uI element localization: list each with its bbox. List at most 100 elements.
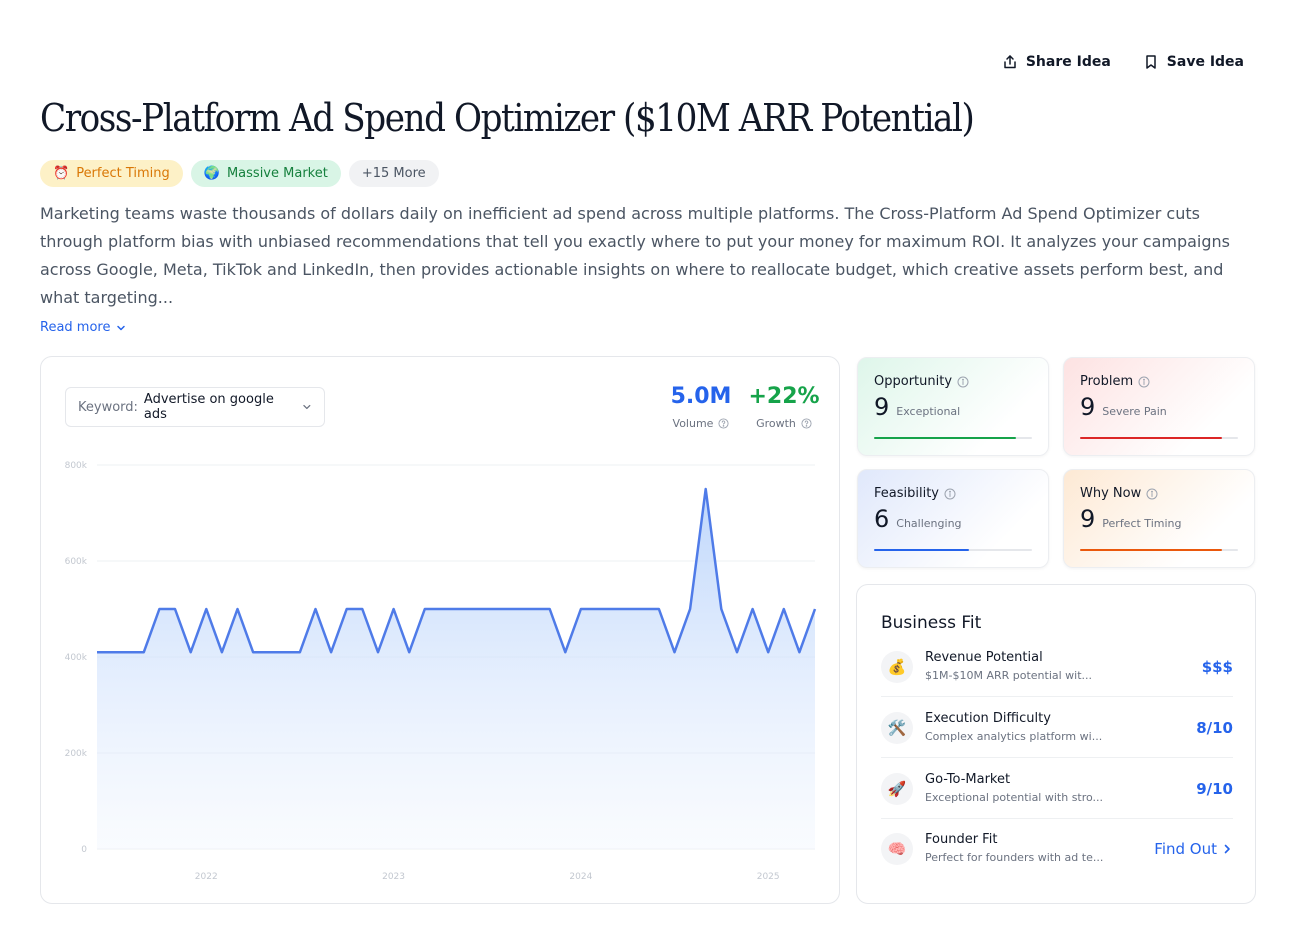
business-fit-row-gtm[interactable]: 🚀 Go-To-Market Exceptional potential wit… (881, 759, 1233, 819)
business-fit-label: Execution Difficulty (925, 710, 1051, 726)
business-fit-description: Complex analytics platform wi... (925, 729, 1103, 743)
feasibility-score: 6 (874, 505, 890, 533)
share-idea-button[interactable]: Share Idea (1002, 54, 1111, 70)
data-point (736, 651, 738, 653)
problem-score-card[interactable]: Problem 9 Severe Pain (1063, 357, 1255, 456)
trend-chart-card: Keyword: Advertise on google ads 5.0M Vo… (40, 356, 840, 904)
feasibility-score-card[interactable]: Feasibility 6 Challenging (857, 469, 1049, 568)
problem-title: Problem (1080, 374, 1238, 389)
search-volume-chart: 0 200k 400k 600k 800k 2022 2023 2024 2025 (65, 461, 817, 882)
business-fit-row-revenue[interactable]: 💰 Revenue Potential $1M-$10M ARR potenti… (881, 637, 1233, 697)
find-out-button[interactable]: Find Out (1154, 840, 1233, 858)
badge-label: Perfect Timing (76, 166, 170, 181)
data-point (96, 651, 98, 653)
data-point (783, 608, 785, 610)
feasibility-progress-track (874, 549, 1032, 551)
data-point (439, 608, 441, 610)
feasibility-score-row: 6 Challenging (874, 505, 1032, 533)
why-now-score-row: 9 Perfect Timing (1080, 505, 1238, 533)
business-fit-description: $1M-$10M ARR potential wit... (925, 668, 1093, 682)
read-more-link[interactable]: Read more (40, 320, 126, 335)
money-bag-icon: 💰 (881, 650, 913, 683)
problem-title-label: Problem (1080, 374, 1134, 389)
opportunity-progress-fill (874, 437, 1017, 439)
opportunity-title: Opportunity (874, 374, 1032, 389)
data-point (595, 608, 597, 610)
data-point (408, 651, 410, 653)
data-point (330, 651, 332, 653)
why-now-score-card[interactable]: Why Now 9 Perfect Timing (1063, 469, 1255, 568)
chevron-down-icon (117, 325, 126, 330)
save-idea-button[interactable]: Save Idea (1143, 54, 1244, 70)
data-point (517, 608, 519, 610)
find-out-label: Find Out (1154, 840, 1217, 858)
save-idea-label: Save Idea (1166, 54, 1244, 70)
globe-icon: 🌍 (203, 166, 220, 181)
info-icon[interactable] (1138, 376, 1150, 388)
brain-icon: 🧠 (881, 833, 913, 865)
why-now-title-label: Why Now (1080, 486, 1142, 501)
data-point (127, 651, 129, 653)
business-fit-text: Founder Fit Perfect for founders with ad… (925, 831, 1105, 867)
x-axis: 2022 2023 2024 2025 (195, 872, 780, 882)
data-point (283, 651, 285, 653)
y-tick-label: 400k (65, 653, 88, 663)
data-point (158, 608, 160, 610)
badge-massive-market[interactable]: 🌍 Massive Market (190, 160, 341, 187)
bookmark-icon (1146, 55, 1156, 69)
business-fit-value: $$$ (1201, 657, 1233, 676)
data-point (502, 608, 504, 610)
share-icon (1004, 55, 1016, 69)
data-point (268, 651, 270, 653)
data-point (674, 651, 676, 653)
business-fit-card: Business Fit 💰 Revenue Potential $1M-$10… (856, 584, 1256, 904)
y-tick-label: 200k (65, 749, 88, 759)
share-idea-label: Share Idea (1025, 54, 1111, 70)
x-tick-label: 2022 (195, 872, 218, 882)
business-fit-value: 9/10 (1196, 779, 1233, 798)
data-point (315, 608, 317, 610)
badge-perfect-timing[interactable]: ⏰ Perfect Timing (40, 160, 183, 187)
why-now-title: Why Now (1080, 486, 1238, 501)
data-point (361, 608, 363, 610)
info-icon[interactable] (944, 488, 956, 500)
data-point (393, 608, 395, 610)
data-point (221, 651, 223, 653)
business-fit-row-execution[interactable]: 🛠️ Execution Difficulty Complex analytic… (881, 698, 1233, 758)
business-fit-text: Revenue Potential $1M-$10M ARR potential… (925, 649, 1105, 685)
business-fit-label: Go-To-Market (925, 771, 1011, 787)
data-point (798, 651, 800, 653)
badge-more[interactable]: +15 More (348, 160, 439, 187)
data-point (752, 608, 754, 610)
opportunity-rating: Exceptional (896, 405, 961, 418)
business-fit-text: Execution Difficulty Complex analytics p… (925, 710, 1105, 746)
why-now-progress-track (1080, 549, 1238, 551)
info-icon[interactable] (1146, 488, 1158, 500)
data-point (564, 651, 566, 653)
data-point (346, 608, 348, 610)
data-point (377, 651, 379, 653)
x-tick-label: 2023 (382, 872, 405, 882)
problem-score: 9 (1080, 393, 1096, 421)
info-icon[interactable] (957, 376, 969, 388)
opportunity-score-row: 9 Exceptional (874, 393, 1032, 421)
data-point (471, 608, 473, 610)
why-now-rating: Perfect Timing (1102, 517, 1182, 530)
data-point (705, 488, 707, 490)
opportunity-score-card[interactable]: Opportunity 9 Exceptional (857, 357, 1049, 456)
data-point (814, 608, 816, 610)
data-point (236, 608, 238, 610)
data-point (533, 608, 535, 610)
data-point (143, 651, 145, 653)
data-point (627, 608, 629, 610)
data-point (549, 608, 551, 610)
problem-progress-track (1080, 437, 1238, 439)
data-point (720, 608, 722, 610)
read-more-label: Read more (40, 320, 111, 335)
data-point (205, 608, 207, 610)
feasibility-title-label: Feasibility (874, 486, 939, 501)
data-point (658, 608, 660, 610)
business-fit-description: Perfect for founders with ad te... (925, 851, 1104, 864)
data-point (486, 608, 488, 610)
business-fit-label: Revenue Potential (925, 649, 1043, 665)
